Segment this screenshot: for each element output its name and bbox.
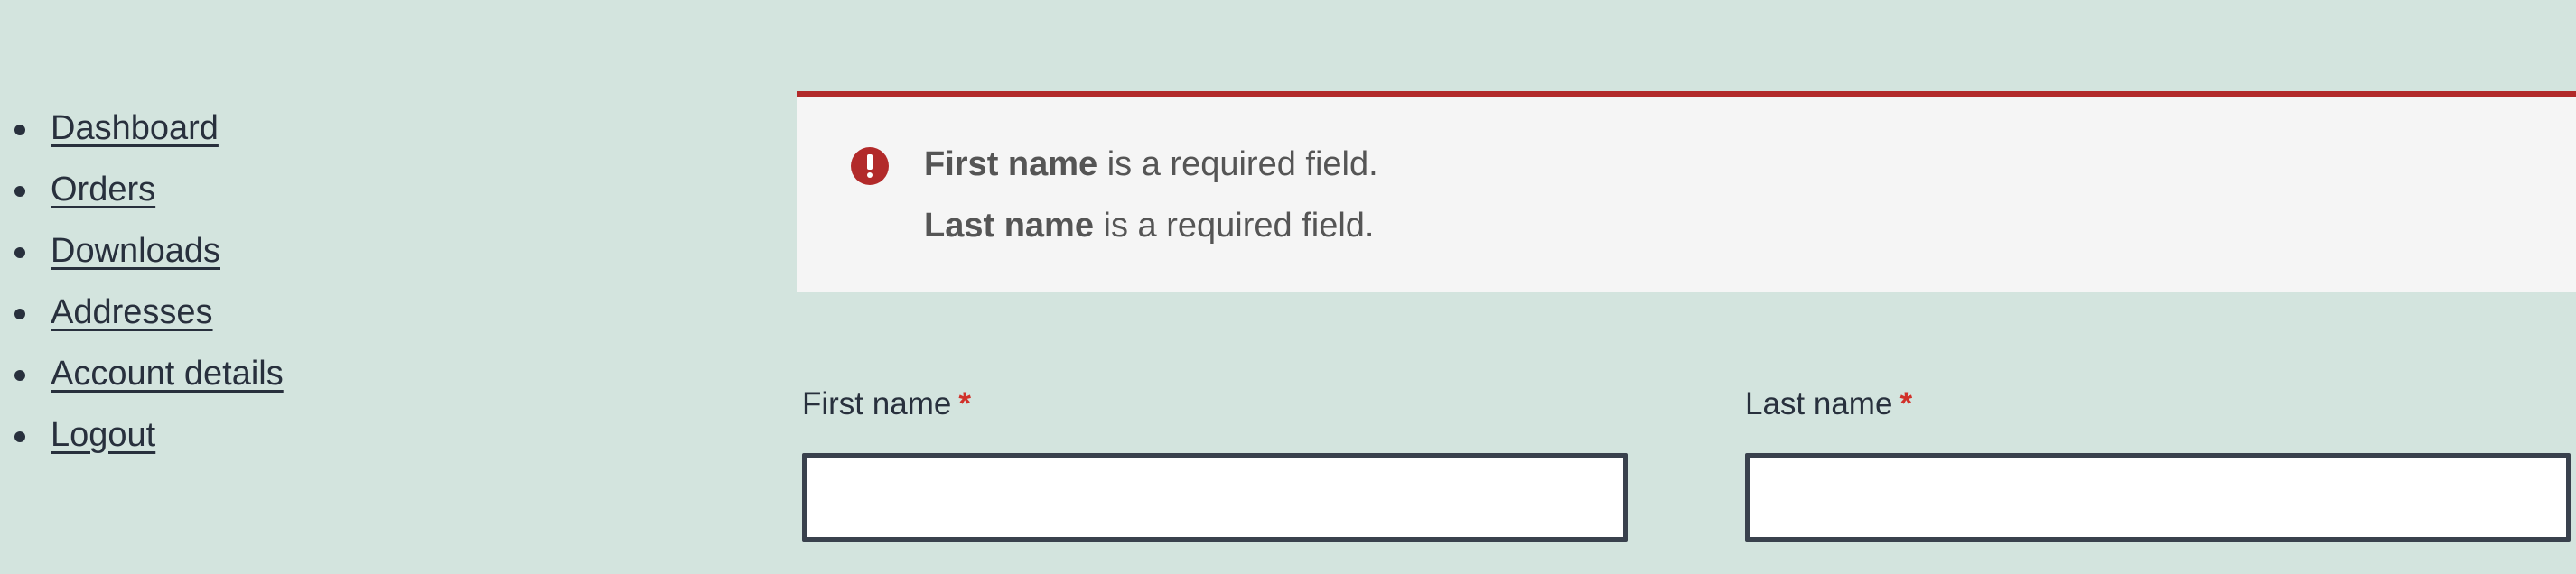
last-name-label-text: Last name: [1745, 386, 1893, 421]
nav-link-logout[interactable]: Logout: [51, 418, 155, 452]
error-text: is a required field.: [1103, 207, 1375, 245]
error-list: First name is a required field. Last nam…: [924, 145, 1378, 268]
first-name-label: First name *: [802, 379, 1628, 430]
error-notice: First name is a required field. Last nam…: [797, 91, 2576, 292]
exclamation-bar: [867, 154, 873, 170]
nav-item-dashboard: Dashboard: [0, 97, 542, 159]
last-name-input[interactable]: [1745, 453, 2571, 542]
error-field-name: Last name: [924, 207, 1094, 245]
nav-item-logout: Logout: [0, 404, 542, 466]
nav-link-orders[interactable]: Orders: [51, 172, 155, 207]
nav-item-addresses: Addresses: [0, 282, 542, 343]
error-field-name: First name: [924, 145, 1098, 183]
nav-link-downloads[interactable]: Downloads: [51, 234, 220, 268]
last-name-label: Last name *: [1745, 379, 2571, 430]
bullet-icon: [14, 186, 25, 197]
error-message-last-name: Last name is a required field.: [924, 207, 1378, 268]
bullet-icon: [14, 309, 25, 319]
first-name-input[interactable]: [802, 453, 1628, 542]
nav-item-orders: Orders: [0, 159, 542, 220]
nav-link-dashboard[interactable]: Dashboard: [51, 111, 219, 145]
nav-item-downloads: Downloads: [0, 220, 542, 282]
first-name-field: First name *: [802, 379, 1628, 542]
required-marker: *: [958, 386, 971, 421]
bullet-icon: [14, 370, 25, 381]
bullet-icon: [14, 125, 25, 135]
account-nav-list: Dashboard Orders Downloads Addresses Acc…: [0, 97, 542, 466]
nav-item-account-details: Account details: [0, 343, 542, 404]
bullet-icon: [14, 431, 25, 442]
error-message-first-name: First name is a required field.: [924, 145, 1378, 207]
first-name-label-text: First name: [802, 386, 952, 421]
nav-link-addresses[interactable]: Addresses: [51, 295, 213, 329]
exclamation-icon: [851, 147, 889, 185]
error-text: is a required field.: [1106, 145, 1378, 183]
account-navigation: Dashboard Orders Downloads Addresses Acc…: [0, 97, 542, 466]
bullet-icon: [14, 247, 25, 258]
nav-link-account-details[interactable]: Account details: [51, 356, 284, 391]
last-name-field: Last name *: [1745, 379, 2571, 542]
exclamation-dot: [867, 172, 873, 178]
required-marker: *: [1899, 386, 1913, 421]
